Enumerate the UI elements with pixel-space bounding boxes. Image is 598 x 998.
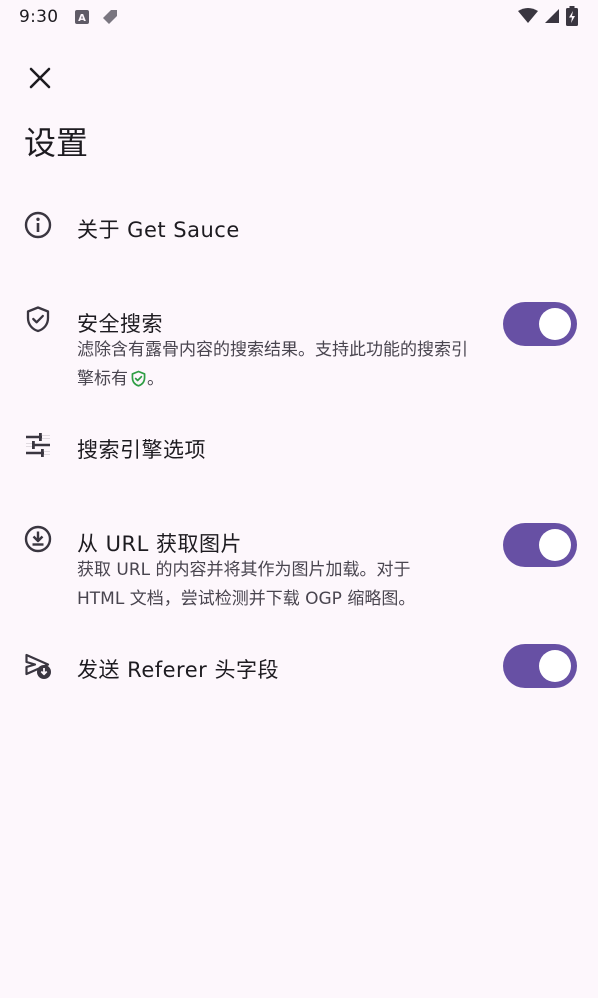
fetch-from-url-toggle[interactable] xyxy=(503,523,577,567)
tune-icon xyxy=(24,431,52,459)
send-download-icon xyxy=(24,652,52,680)
setting-about[interactable]: 关于 Get Sauce xyxy=(0,196,598,258)
setting-about-title: 关于 Get Sauce xyxy=(77,218,240,242)
download-circle-icon xyxy=(24,525,52,553)
label-tag-icon xyxy=(100,7,120,27)
safe-shield-badge-icon xyxy=(130,368,147,397)
setting-fetch-from-url[interactable]: 从 URL 获取图片 获取 URL 的内容并将其作为图片加载。对于 HTML 文… xyxy=(0,510,598,620)
status-notification-icons: A xyxy=(74,7,120,27)
setting-send-referer[interactable]: 发送 Referer 头字段 xyxy=(0,636,598,698)
status-system-icons xyxy=(518,6,578,26)
toggle-knob xyxy=(539,529,571,561)
status-bar: 9:30 A xyxy=(0,0,598,34)
toggle-knob xyxy=(539,650,571,682)
safe-search-toggle[interactable] xyxy=(503,302,577,346)
info-icon xyxy=(24,211,52,239)
signal-icon xyxy=(544,8,560,24)
shield-check-icon xyxy=(24,305,52,333)
close-button[interactable] xyxy=(20,58,60,98)
battery-charging-icon xyxy=(566,6,578,26)
setting-search-engine-options[interactable]: 搜索引擎选项 xyxy=(0,416,598,478)
setting-fetch-from-url-description: 获取 URL 的内容并将其作为图片加载。对于 HTML 文档，尝试检测并下载 O… xyxy=(77,560,416,609)
status-time: 9:30 xyxy=(19,7,59,27)
page-title: 设置 xyxy=(24,124,89,162)
setting-safe-search[interactable]: 安全搜索 滤除含有露骨内容的搜索结果。支持此功能的搜索引擎标有。 xyxy=(0,290,598,400)
setting-send-referer-title: 发送 Referer 头字段 xyxy=(77,658,279,682)
safe-search-desc-end: 。 xyxy=(147,369,164,389)
svg-text:A: A xyxy=(78,13,86,24)
setting-fetch-from-url-title: 从 URL 获取图片 xyxy=(77,532,243,556)
keyboard-a-icon: A xyxy=(74,9,90,25)
wifi-icon xyxy=(518,8,538,24)
setting-safe-search-title: 安全搜索 xyxy=(77,312,163,336)
close-icon xyxy=(29,67,51,89)
setting-search-engine-options-title: 搜索引擎选项 xyxy=(77,438,206,462)
setting-safe-search-description: 滤除含有露骨内容的搜索结果。支持此功能的搜索引擎标有。 xyxy=(77,336,482,397)
toggle-knob xyxy=(539,308,571,340)
send-referer-toggle[interactable] xyxy=(503,644,577,688)
